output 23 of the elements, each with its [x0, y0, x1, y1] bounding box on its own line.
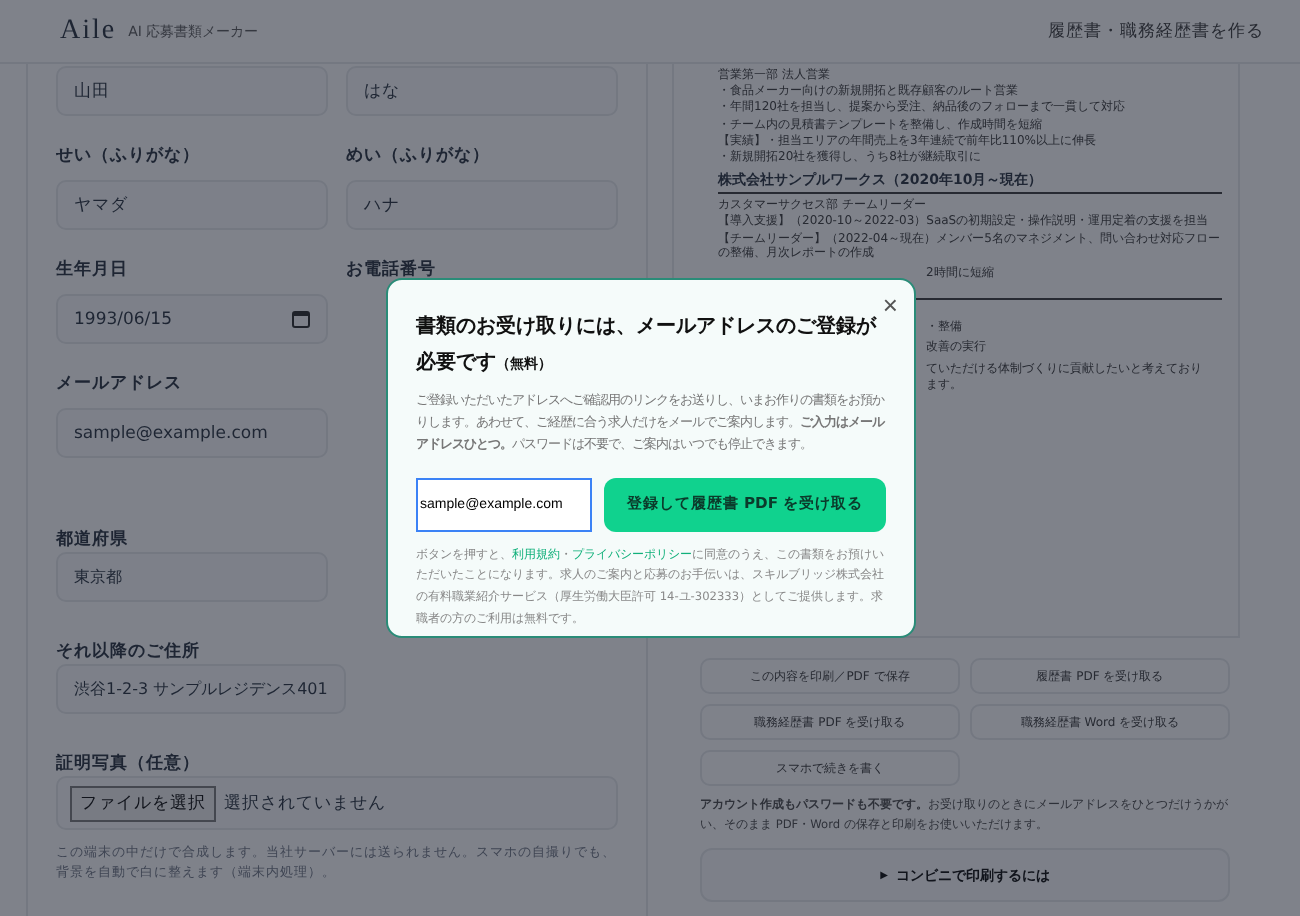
file-field[interactable]: ファイルを選択 選択されていません: [56, 776, 618, 830]
address-field[interactable]: 渋谷1-2-3 サンプルレジデンス401: [56, 664, 346, 714]
logo[interactable]: Aile: [60, 15, 117, 47]
close-button[interactable]: ×: [882, 290, 898, 320]
text-field[interactable]: はな: [346, 66, 618, 116]
file-status: 選択されていません: [224, 791, 386, 815]
text-field[interactable]: sample@example.com: [56, 408, 328, 458]
text-field[interactable]: ハナ: [346, 180, 618, 230]
field-label: 証明写真（任意）: [56, 754, 200, 774]
field-label: 生年月日: [56, 258, 130, 282]
field-label: それ以降のご住所: [56, 642, 200, 662]
field-label: せい（ふりがな）: [56, 144, 202, 168]
field-label: お電話番号: [346, 258, 438, 282]
file-button[interactable]: ファイルを選択: [70, 785, 216, 821]
date-field[interactable]: 1993/06/15: [56, 294, 328, 344]
calendar-icon: [292, 310, 310, 328]
field-label: めい（ふりがな）: [346, 144, 492, 168]
text-field[interactable]: ヤマダ: [56, 180, 328, 230]
nav-link[interactable]: 履歴書・職務経歴書を作る: [1048, 19, 1264, 43]
prefecture-field[interactable]: 東京都: [56, 552, 328, 602]
field-label: メールアドレス: [56, 372, 184, 396]
text-field[interactable]: 山田: [56, 66, 328, 116]
field-label: 都道府県: [56, 530, 128, 550]
